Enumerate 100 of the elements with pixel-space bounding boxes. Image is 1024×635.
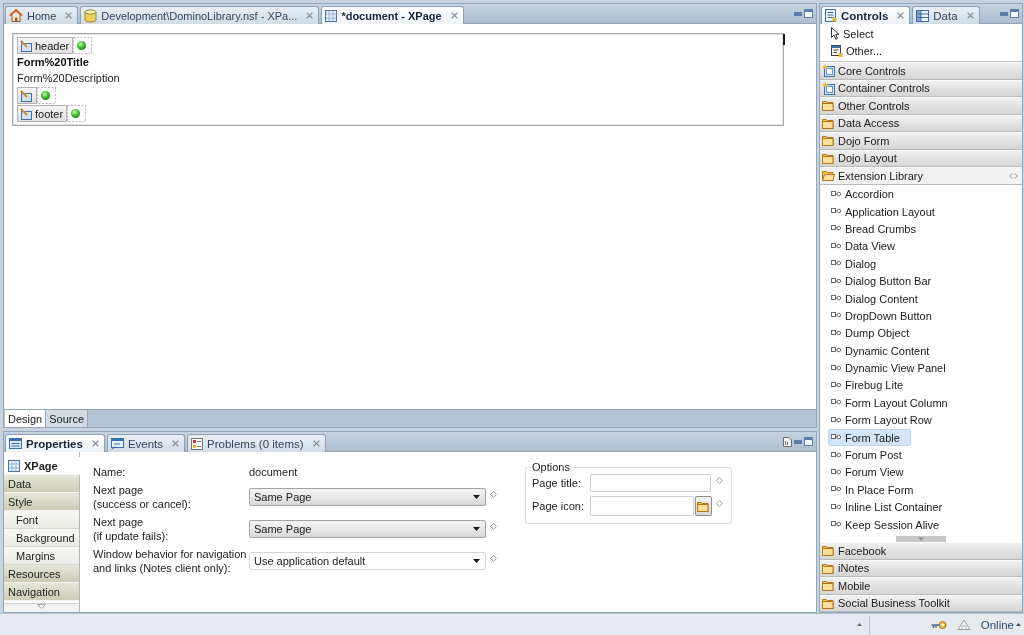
tool-item[interactable]: Select (831, 25, 877, 42)
panel-tag[interactable] (17, 87, 37, 104)
control-item[interactable]: Accordion (828, 185, 905, 203)
close-icon[interactable] (450, 12, 458, 19)
caret-icon[interactable] (473, 559, 480, 563)
diamond-icon[interactable] (490, 490, 497, 498)
maximize-icon[interactable] (804, 9, 813, 18)
editor-tab[interactable]: Development\DominoLibrary.nsf - XPa... (80, 6, 320, 24)
control-item[interactable]: Keep Session Alive (828, 515, 951, 534)
control-item[interactable]: Dialog (828, 255, 888, 273)
folder-icon (822, 135, 835, 147)
minimize-icon[interactable] (1000, 11, 1008, 16)
control-item[interactable]: Form Table (828, 428, 911, 447)
maximize-icon[interactable] (804, 437, 813, 446)
pencil-icon (20, 107, 33, 120)
close-icon[interactable] (306, 12, 314, 19)
component-icon (831, 382, 841, 389)
document-icon[interactable] (783, 436, 792, 447)
pencil-icon (20, 89, 33, 102)
control-item[interactable]: Dynamic View Panel (828, 359, 957, 377)
editor-tab[interactable]: Home (5, 6, 79, 24)
diamond-icon[interactable] (490, 554, 497, 562)
category-tab[interactable]: Background (4, 529, 79, 547)
panel-tab[interactable]: Events (106, 434, 186, 452)
control-item[interactable]: DropDown Button (828, 307, 943, 325)
category-tab[interactable]: Font (4, 511, 79, 529)
control-item[interactable]: Dump Object (828, 324, 921, 342)
control-item[interactable]: Dynamic Content (828, 342, 941, 360)
drawer-header[interactable]: Dojo Form (820, 132, 1022, 150)
close-icon[interactable] (897, 12, 905, 19)
dropdown[interactable]: Same Page (249, 520, 486, 538)
list-icon (825, 9, 837, 22)
component-icon (831, 468, 841, 476)
panel-tag[interactable]: footer (17, 105, 68, 122)
control-item[interactable]: Inline List Container (828, 498, 954, 516)
drawer-header[interactable]: Facebook (820, 542, 1022, 560)
panel-tag[interactable]: header (17, 37, 74, 54)
diamond-icon[interactable] (490, 522, 497, 530)
component-icon (831, 347, 841, 355)
category-tab[interactable]: XPage (4, 457, 80, 475)
drawer-header[interactable]: Mobile (820, 577, 1022, 595)
chevrons-icon[interactable] (1009, 172, 1018, 179)
control-item[interactable]: Application Layout (828, 202, 946, 221)
close-icon[interactable] (65, 12, 73, 19)
folder-icon (822, 100, 835, 112)
dropdown[interactable]: Same Page (249, 488, 486, 506)
control-item[interactable]: Forum Post (828, 446, 913, 464)
list-icon (191, 437, 204, 450)
category-tab[interactable]: Data (4, 475, 79, 493)
minimize-icon[interactable] (794, 439, 802, 444)
scroll-down-icon[interactable] (37, 604, 46, 609)
panel-tab[interactable]: Properties (5, 434, 105, 452)
control-item[interactable]: Dialog Content (828, 289, 929, 308)
control-item[interactable]: In Place Form (828, 481, 925, 499)
maximize-icon[interactable] (1010, 9, 1019, 18)
scroll-down-icon[interactable] (896, 536, 946, 542)
category-tab[interactable]: Style (4, 493, 79, 511)
component-icon (831, 416, 841, 424)
caret-icon[interactable] (1016, 623, 1021, 626)
diamond-icon[interactable] (716, 476, 723, 484)
close-icon[interactable] (312, 440, 320, 447)
tool-item[interactable]: Other... (831, 42, 886, 59)
diamond-icon[interactable] (716, 499, 723, 507)
caret-icon[interactable] (473, 527, 480, 531)
control-item[interactable]: Forum View (828, 463, 915, 482)
key-icon[interactable] (929, 619, 947, 630)
close-icon[interactable] (966, 12, 974, 19)
status-text[interactable]: Online (980, 618, 1014, 631)
minimize-icon[interactable] (794, 11, 802, 16)
caret-icon[interactable] (473, 495, 480, 499)
folder-button[interactable] (695, 496, 712, 516)
dropdown[interactable]: Use application default (249, 552, 486, 570)
description-text: Form%20Description (17, 71, 120, 86)
drawer-header[interactable]: Other Controls (820, 97, 1022, 115)
drawer-header[interactable]: Core Controls (820, 62, 1022, 80)
close-icon[interactable] (91, 440, 99, 447)
page-area[interactable]: header Form%20Title Form%20Description footer (12, 33, 784, 126)
component-icon (831, 295, 841, 303)
view-tab[interactable]: Source (46, 410, 89, 427)
palette-tab[interactable]: Data (912, 6, 980, 24)
control-item[interactable]: Firebug Lite (828, 376, 915, 395)
close-icon[interactable] (172, 440, 180, 447)
editor-tab[interactable]: *document - XPage (321, 6, 464, 24)
palette-tab[interactable]: Controls (821, 6, 911, 24)
category-tab[interactable]: Resources (4, 565, 79, 583)
input-field[interactable] (590, 496, 694, 516)
control-item[interactable]: Form Layout Row (828, 411, 943, 429)
control-item[interactable]: Form Layout Column (828, 394, 959, 412)
control-item[interactable]: Bread Crumbs (828, 220, 927, 238)
panel-tab[interactable]: Problems (0 items) (187, 434, 326, 452)
component-icon (831, 503, 841, 511)
view-tab[interactable]: Design (5, 410, 47, 427)
input-field[interactable] (590, 474, 711, 492)
window-icon (831, 44, 843, 57)
category-tab[interactable]: Navigation (4, 583, 79, 601)
control-item[interactable]: Data View (828, 237, 906, 256)
category-tab[interactable]: Margins (4, 547, 79, 565)
triangle-icon[interactable] (956, 619, 971, 630)
drawer-header[interactable]: Extension Library (820, 167, 1022, 185)
control-item[interactable]: Dialog Button Bar (828, 272, 943, 290)
